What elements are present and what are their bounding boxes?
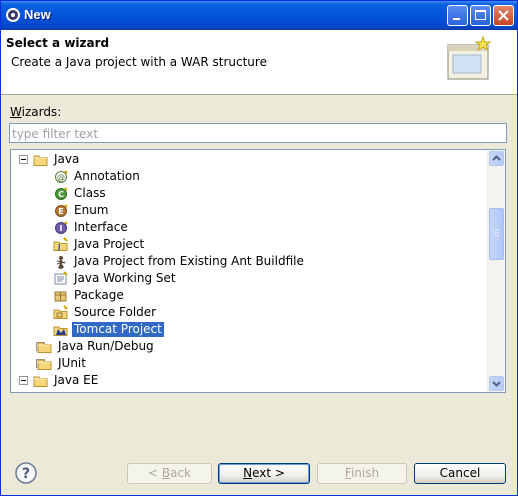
window-title: New <box>24 7 51 22</box>
finish-button[interactable]: Finish <box>317 463 407 484</box>
tree-item-partial <box>11 389 487 392</box>
svg-text:C: C <box>58 190 64 199</box>
ant-icon <box>56 256 66 269</box>
vertical-scrollbar[interactable] <box>487 150 505 392</box>
folder-icon <box>33 155 48 166</box>
tree-item-label: Java Project from Existing Ant Buildfile <box>74 254 304 268</box>
scroll-down-button[interactable] <box>489 376 504 391</box>
grip-icon <box>494 229 499 237</box>
svg-text:J: J <box>57 243 61 251</box>
filter-input[interactable] <box>9 123 507 143</box>
wizard-tree[interactable]: Java @ Annotation C Class E Enum I Interface J Jav… <box>10 149 506 393</box>
next-button[interactable]: Next > <box>218 463 310 484</box>
tree-item-label: Java Working Set <box>74 271 176 285</box>
tree-item[interactable]: Package <box>11 287 487 304</box>
svg-text:@: @ <box>57 173 65 182</box>
tree-item[interactable]: C Class <box>11 185 487 202</box>
wizards-label: Wizards: <box>10 105 62 119</box>
tree-item-label: Package <box>74 288 124 302</box>
source-folder-icon <box>53 305 68 319</box>
tree-item-label: Interface <box>74 220 128 234</box>
tree-item[interactable]: I Interface <box>11 219 487 236</box>
tree-item-label: Tomcat Project <box>71 321 165 338</box>
scroll-up-button[interactable] <box>489 151 504 166</box>
tree-item[interactable]: Java Project from Existing Ant Buildfile <box>11 253 487 270</box>
tree-item[interactable]: E Enum <box>11 202 487 219</box>
cancel-button[interactable]: Cancel <box>414 463 506 484</box>
tree-item-label: Java <box>54 152 80 166</box>
svg-text:I: I <box>60 224 63 233</box>
tree-item[interactable]: Java Working Set <box>11 270 487 287</box>
collapse-icon[interactable] <box>19 376 28 385</box>
scroll-thumb[interactable] <box>489 208 504 260</box>
java-project-icon: J <box>53 237 68 251</box>
tree-category[interactable]: Java Run/Debug <box>11 338 487 355</box>
scroll-down-icon <box>492 381 501 387</box>
page-description: Create a Java project with a WAR structu… <box>11 55 267 69</box>
wizard-header: Select a wizard Create a Java project wi… <box>1 30 517 95</box>
maximize-icon <box>475 10 486 20</box>
wizard-banner-icon <box>447 35 492 80</box>
tomcat-icon <box>53 326 68 336</box>
eclipse-icon <box>6 8 20 22</box>
tree-item-label: Java Run/Debug <box>58 339 154 353</box>
tree-item-label: Java EE <box>54 373 99 387</box>
collapse-icon[interactable] <box>19 155 28 164</box>
interface-icon: I <box>55 221 68 234</box>
annotation-icon: @ <box>55 170 68 183</box>
svg-text:?: ? <box>22 466 30 482</box>
page-title: Select a wizard <box>6 36 110 50</box>
back-button[interactable]: < Back <box>127 463 212 484</box>
tree-item-label: Source Folder <box>74 305 157 319</box>
close-icon <box>498 10 509 21</box>
class-icon: C <box>55 187 68 200</box>
tree-item[interactable]: Source Folder <box>11 304 487 321</box>
tree-item[interactable]: Tomcat Project <box>11 321 487 338</box>
working-set-icon <box>54 271 68 285</box>
tree-category[interactable]: JUnit <box>11 355 487 372</box>
help-button[interactable]: ? <box>15 462 37 484</box>
folder-icon <box>33 376 48 387</box>
tree-item-label: Java Project <box>74 237 145 251</box>
tree-item-label: Class <box>74 186 106 200</box>
minimize-icon <box>453 18 460 20</box>
tree-item-label: Enum <box>74 203 109 217</box>
scroll-up-icon <box>492 155 501 161</box>
new-wizard-dialog: New Select a wizard Create a Java projec… <box>0 0 518 496</box>
tree-item-label: JUnit <box>58 356 86 370</box>
enum-icon: E <box>55 204 68 217</box>
folder-icon <box>37 359 52 370</box>
minimize-button[interactable] <box>447 5 468 26</box>
tree-category[interactable]: Java <box>11 151 487 168</box>
tree-item[interactable]: J Java Project <box>11 236 487 253</box>
tree-item[interactable]: @ Annotation <box>11 168 487 185</box>
package-icon <box>54 291 67 302</box>
title-bar[interactable]: New <box>1 1 517 30</box>
folder-icon <box>37 342 52 353</box>
close-button[interactable] <box>493 5 514 26</box>
tree-category[interactable]: Java EE <box>11 372 487 389</box>
tree-item-label: Annotation <box>74 169 140 183</box>
svg-text:E: E <box>58 207 63 216</box>
maximize-button[interactable] <box>470 5 491 26</box>
